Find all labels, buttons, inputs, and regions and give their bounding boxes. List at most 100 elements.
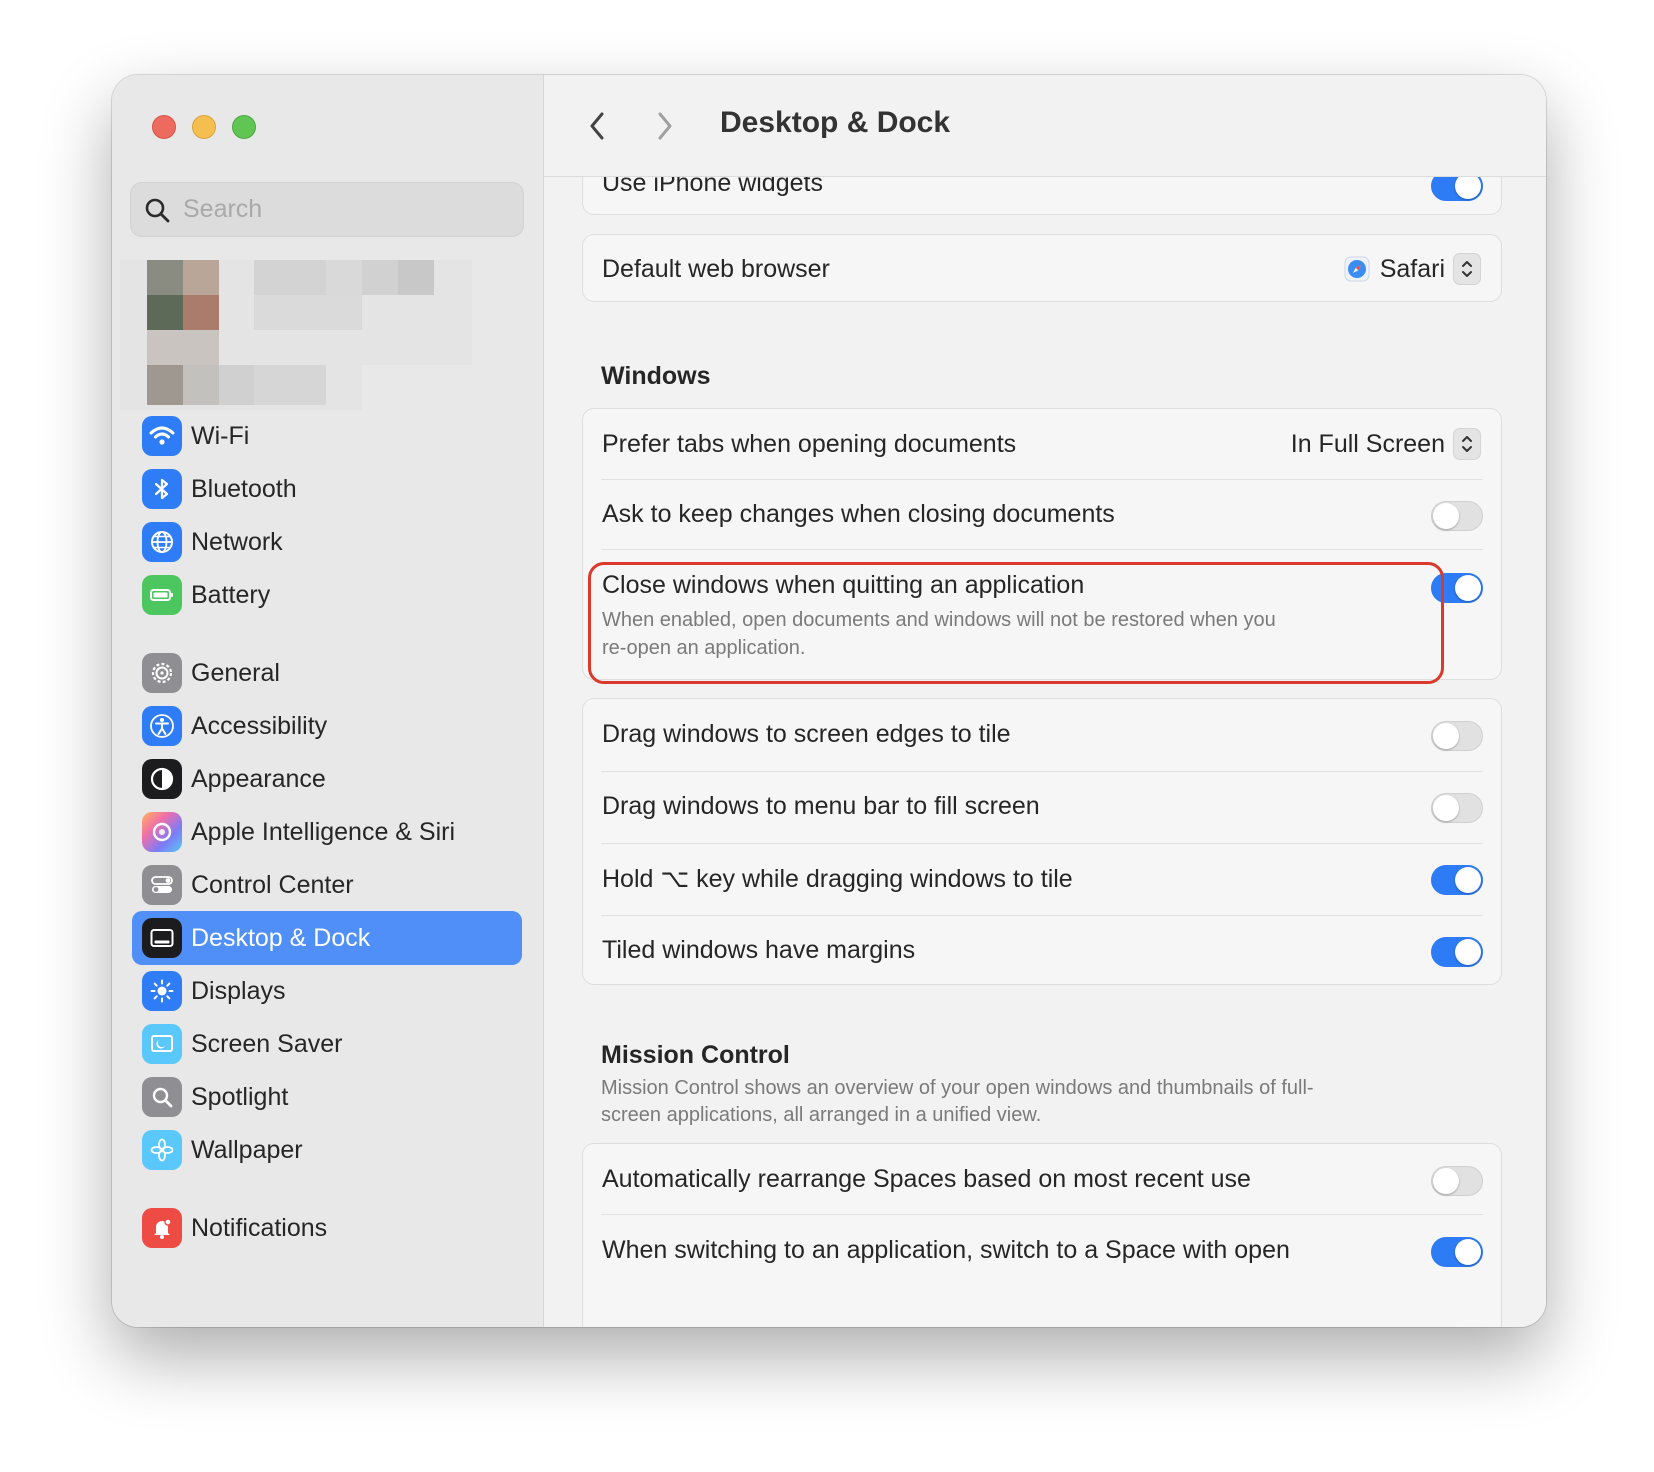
- row-label: Hold ⌥ key while dragging windows to til…: [602, 865, 1073, 893]
- sidebar-item-screen-saver[interactable]: Screen Saver: [132, 1017, 522, 1071]
- section-title-mission-control: Mission Control: [601, 1041, 790, 1069]
- globe-icon: [142, 522, 182, 562]
- search-input[interactable]: [183, 195, 503, 224]
- sidebar-item-label: General: [191, 658, 280, 687]
- toggle-knob: [1455, 575, 1481, 601]
- system-settings-window: Wi-Fi Bluetooth Network Battery General: [112, 75, 1546, 1327]
- drag-edges-tile-toggle[interactable]: [1431, 721, 1483, 751]
- sidebar-item-wifi[interactable]: Wi-Fi: [132, 409, 522, 463]
- row-description: When enabled, open documents and windows…: [602, 606, 1402, 662]
- control-center-icon: [142, 865, 182, 905]
- gear-icon: [142, 653, 182, 693]
- hold-option-tile-toggle[interactable]: [1431, 865, 1483, 895]
- sidebar-item-general[interactable]: General: [132, 646, 522, 700]
- sidebar-item-desktop-dock[interactable]: Desktop & Dock: [132, 911, 522, 965]
- chevron-right-icon: [658, 112, 672, 140]
- drag-menubar-fill-toggle[interactable]: [1431, 793, 1483, 823]
- sidebar-item-label: Apple Intelligence & Siri: [191, 817, 456, 846]
- sidebar-item-displays[interactable]: Displays: [132, 964, 522, 1018]
- sidebar-item-label: Bluetooth: [191, 474, 297, 503]
- row-label: Prefer tabs when opening documents: [602, 430, 1017, 458]
- settings-row-tiling: Drag windows to menu bar to fill screen: [583, 771, 1501, 843]
- section-description-line: screen applications, all arranged in a u…: [601, 1104, 1042, 1126]
- sidebar-item-bluetooth[interactable]: Bluetooth: [132, 462, 522, 516]
- sidebar-item-label: Displays: [191, 976, 286, 1005]
- safari-icon: [1344, 256, 1370, 282]
- popup-stepper: [1453, 428, 1481, 460]
- windows-card-1: Prefer tabs when opening documents In Fu…: [582, 408, 1502, 680]
- wifi-icon: [142, 416, 182, 456]
- toggle-knob: [1433, 503, 1459, 529]
- traffic-lights: [152, 115, 256, 139]
- row-label: Close windows when quitting an applicati…: [602, 571, 1085, 599]
- sidebar-item-label: Notifications: [191, 1213, 328, 1242]
- back-button[interactable]: [580, 106, 614, 146]
- sidebar-item-label: Network: [191, 527, 283, 556]
- toggle-knob: [1433, 723, 1459, 749]
- settings-row-prefer-tabs: Prefer tabs when opening documents In Fu…: [583, 409, 1501, 479]
- default-browser-popup[interactable]: Safari: [1344, 253, 1481, 285]
- chevron-up-down-icon: [1462, 436, 1472, 452]
- row-label: Drag windows to screen edges to tile: [602, 720, 1011, 748]
- section-description: Mission Control shows an overview of you…: [601, 1075, 1441, 1129]
- settings-row-close-windows: Close windows when quitting an applicati…: [583, 549, 1501, 681]
- zoom-window-button[interactable]: [232, 115, 256, 139]
- tiled-margins-toggle[interactable]: [1431, 937, 1483, 967]
- sidebar: Wi-Fi Bluetooth Network Battery General: [112, 75, 544, 1327]
- sidebar-item-label: Accessibility: [191, 711, 328, 740]
- row-label: Default web browser: [602, 255, 830, 283]
- prefer-tabs-popup[interactable]: In Full Screen: [1291, 428, 1481, 460]
- sidebar-item-label: Screen Saver: [191, 1029, 343, 1058]
- settings-row-tiling: Hold ⌥ key while dragging windows to til…: [583, 843, 1501, 915]
- settings-row-default-browser: Default web browser Safari: [583, 235, 1501, 303]
- toggle-knob: [1455, 1239, 1481, 1265]
- ask-keep-changes-toggle[interactable]: [1431, 501, 1483, 531]
- sidebar-item-label: Wallpaper: [191, 1135, 303, 1164]
- auto-rearrange-spaces-toggle[interactable]: [1431, 1166, 1483, 1196]
- settings-row-tiling: Drag windows to screen edges to tile: [583, 699, 1501, 771]
- section-description-line: Mission Control shows an overview of you…: [601, 1077, 1314, 1099]
- chevron-up-down-icon: [1462, 261, 1472, 277]
- sidebar-item-appearance[interactable]: Appearance: [132, 752, 522, 806]
- sidebar-item-label: Desktop & Dock: [191, 923, 371, 952]
- sidebar-item-battery[interactable]: Battery: [132, 568, 522, 622]
- section-title-windows: Windows: [601, 362, 711, 390]
- sidebar-item-spotlight[interactable]: Spotlight: [132, 1070, 522, 1124]
- row-label: When switching to an application, switch…: [602, 1236, 1290, 1264]
- forward-button[interactable]: [648, 106, 682, 146]
- sidebar-item-network[interactable]: Network: [132, 515, 522, 569]
- sun-icon: [142, 971, 182, 1011]
- page-title: Desktop & Dock: [720, 106, 951, 139]
- close-windows-toggle[interactable]: [1431, 573, 1483, 603]
- row-label: Ask to keep changes when closing documen…: [602, 500, 1115, 528]
- row-label: Tiled windows have margins: [602, 936, 916, 964]
- sidebar-item-apple-intelligence-siri[interactable]: Apple Intelligence & Siri: [132, 805, 522, 859]
- account-profile-blurred[interactable]: [120, 260, 472, 410]
- titlebar: Desktop & Dock: [544, 75, 1546, 177]
- minimize-window-button[interactable]: [192, 115, 216, 139]
- sidebar-item-notifications[interactable]: Notifications: [132, 1201, 522, 1255]
- sidebar-item-label: Control Center: [191, 870, 354, 899]
- settings-row-ask-keep-changes: Ask to keep changes when closing documen…: [583, 479, 1501, 549]
- sidebar-item-label: Wi-Fi: [191, 421, 250, 450]
- sidebar-item-accessibility[interactable]: Accessibility: [132, 699, 522, 753]
- apple-intelligence-icon: [142, 812, 182, 852]
- sidebar-item-control-center[interactable]: Control Center: [132, 858, 522, 912]
- accessibility-icon: [142, 706, 182, 746]
- row-description-line: re-open an application.: [602, 637, 806, 659]
- switch-space-toggle[interactable]: [1431, 1237, 1483, 1267]
- toggle-knob: [1455, 867, 1481, 893]
- battery-icon: [142, 575, 182, 615]
- search-field[interactable]: [130, 182, 524, 237]
- toggle-knob: [1455, 939, 1481, 965]
- main-content: Desktop & Dock Use iPhone widgets Defaul…: [544, 75, 1546, 1327]
- screen-saver-icon: [142, 1024, 182, 1064]
- search-icon: [145, 198, 170, 222]
- close-window-button[interactable]: [152, 115, 176, 139]
- sidebar-item-wallpaper[interactable]: Wallpaper: [132, 1123, 522, 1177]
- sidebar-item-label: Appearance: [191, 764, 326, 793]
- settings-row-tiling: Tiled windows have margins: [583, 915, 1501, 986]
- browser-card: Default web browser Safari: [582, 234, 1502, 302]
- popup-value: In Full Screen: [1290, 429, 1445, 458]
- appearance-icon: [142, 759, 182, 799]
